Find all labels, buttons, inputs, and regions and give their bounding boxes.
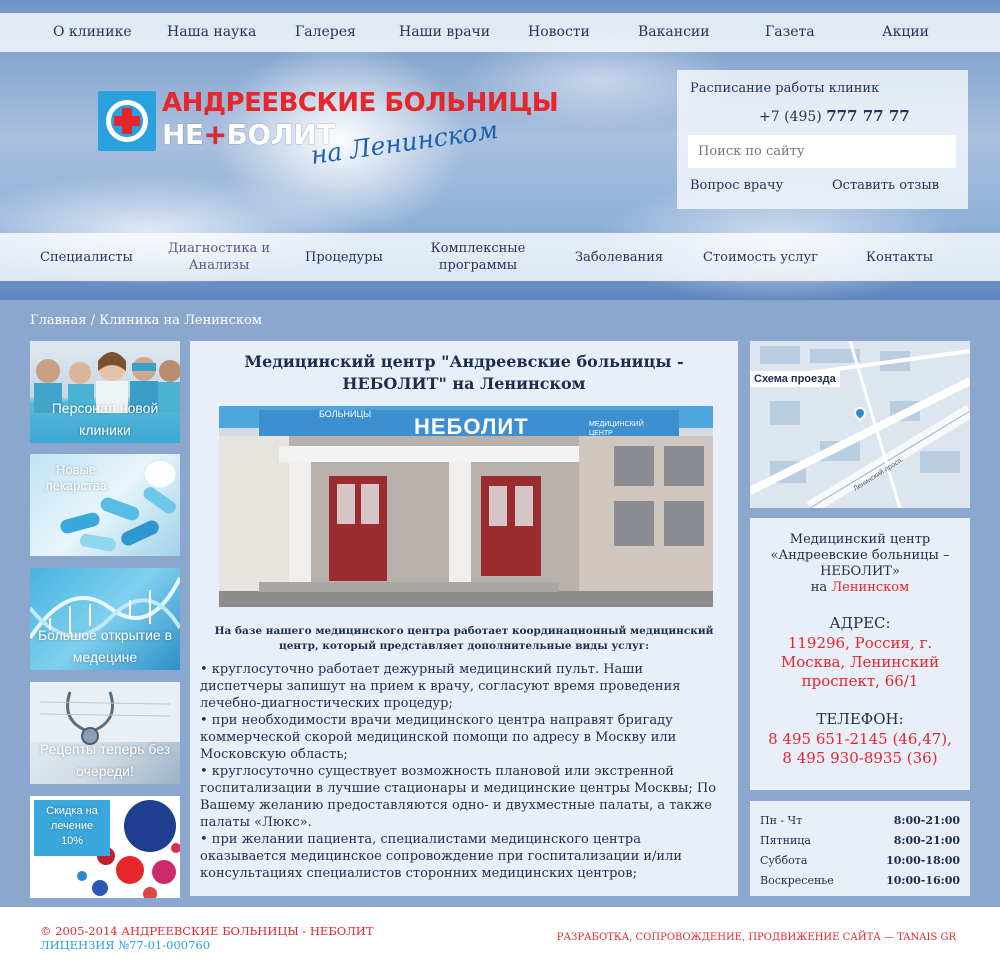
header-phone: +7 (495) 777 77 77 [759,107,910,125]
top-nav-doctors[interactable]: Наши врачи [399,24,490,40]
logo-location: на Ленинском [308,115,500,170]
promo-prescriptions[interactable]: Рецепты теперь без очереди! [30,682,180,784]
address-label: АДРЕС: [829,614,891,632]
main-nav-diseases[interactable]: Заболевания [575,249,663,266]
site-logo[interactable]: АНДРЕЕВСКИЕ БОЛЬНИЦЫ НЕ+БОЛИТ на Ленинск… [98,88,588,188]
article-paragraph: • при необходимости врачи медицинского ц… [200,713,677,762]
article-body: • круглосуточно работает дежурный медици… [200,661,728,882]
top-nav-news[interactable]: Новости [528,24,590,40]
phone-label: ТЕЛЕФОН: [816,710,904,728]
logo-badge-icon [98,91,156,151]
promo-discount[interactable]: Скидка на лечение 10% [30,796,180,898]
address-card: Медицинский центр «Андреевские больницы … [750,518,970,790]
opening-hours: Пн - Чт 8:00-21:00 Пятница 8:00-21:00 Субб… [750,801,970,896]
breadcrumb[interactable]: Главная / Клиника на Ленинском [30,313,262,328]
photo-sign: НЕБОЛИТ [414,414,529,439]
main-nav-diagnostics[interactable]: Диагностика и Анализы [166,240,272,274]
site-search-input[interactable] [688,135,956,168]
top-navigation: О клинике Наша наука Галерея Наши врачи … [0,13,1000,52]
promo-prescriptions-label: Рецепты теперь без очереди! [39,741,171,779]
article-panel: Медицинский центр "Андреевские больницы … [190,341,738,896]
promo-discount-label: Скидка на лечение 10% [46,805,98,847]
promo-discovery[interactable]: Большое открытие в медецине [30,568,180,670]
article-paragraph: • при желании пациента, специалистами ме… [200,832,682,881]
location-map[interactable]: Схема проезда Ленинский просп. [750,341,970,508]
phone-value: 8 495 651-2145 (46,47), 8 495 930-8935 (3… [768,730,952,767]
top-nav-vacancies[interactable]: Вакансии [638,24,710,40]
clinic-building-photo: НЕБОЛИТ МЕДИЦИНСКИЙ ЦЕНТР БОЛЬНИЦЫ [219,406,713,607]
top-nav-promotions[interactable]: Акции [882,24,929,40]
leave-review-link[interactable]: Оставить отзыв [832,178,939,193]
article-paragraph: • круглосуточно работает дежурный медици… [200,662,681,711]
top-nav-science[interactable]: Наша наука [167,24,256,40]
promo-staff-label: Персонал новой клиники [51,400,159,438]
promo-staff[interactable]: Персонал новой клиники [30,341,180,443]
main-nav-programs[interactable]: Комплексные программы [424,240,532,274]
logo-title: АНДРЕЕВСКИЕ БОЛЬНИЦЫ [162,88,559,118]
main-nav-specialists[interactable]: Специалисты [40,249,133,266]
main-nav-procedures[interactable]: Процедуры [305,249,383,266]
top-nav-about[interactable]: О клинике [53,24,132,40]
article-paragraph: • круглосуточно существует возможность п… [200,764,717,830]
schedule-link[interactable]: Расписание работы клиник [690,81,879,96]
promo-drugs-label: Новые лекарства [45,462,107,493]
footer-developer-link[interactable]: РАЗРАБОТКА, СОПРОВОЖДЕНИЕ, ПРОДВИЖЕНИЕ С… [557,932,956,943]
footer-copyright: © 2005-2014 АНДРЕЕВСКИЕ БОЛЬНИЦЫ - НЕБОЛ… [40,924,374,938]
promo-discovery-label: Большое открытие в медецине [37,627,173,665]
map-label: Схема проезда [750,371,840,387]
main-nav-contacts[interactable]: Контакты [866,249,933,266]
main-navigation: Специалисты Диагностика и Анализы Процеду… [0,233,1000,281]
article-intro: На базе нашего медицинского центра работ… [214,625,714,652]
article-title: Медицинский центр "Андреевские больницы … [244,352,684,393]
top-nav-gallery[interactable]: Галерея [295,24,356,40]
clinic-name: Медицинский центр «Андреевские больницы … [770,532,950,595]
footer-license: ЛИЦЕНЗИЯ №77-01-000760 [40,938,211,952]
header-info-box: Расписание работы клиник +7 (495) 777 77… [677,70,968,209]
ask-doctor-link[interactable]: Вопрос врачу [690,178,783,193]
address-value: 119296, Россия, г. Москва, Ленинский просп… [780,634,940,690]
photo-sign-top: БОЛЬНИЦЫ [319,409,372,419]
footer: © 2005-2014 АНДРЕЕВСКИЕ БОЛЬНИЦЫ - НЕБОЛ… [0,907,1000,971]
promo-drugs[interactable]: Новые лекарства [30,454,180,556]
top-nav-newspaper[interactable]: Газета [765,24,815,40]
main-nav-prices[interactable]: Стоимость услуг [703,249,818,266]
photo-sign-small: МЕДИЦИНСКИЙ ЦЕНТР [589,421,644,437]
